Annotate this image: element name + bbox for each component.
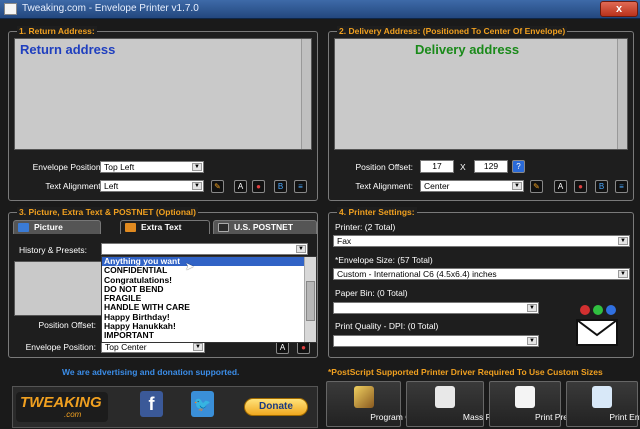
chevron-down-icon: ▼ bbox=[618, 270, 628, 278]
panel-title: 3. Picture, Extra Text & POSTNET (Option… bbox=[17, 207, 198, 217]
title-bar: Tweaking.com - Envelope Printer v1.7.0 x bbox=[0, 0, 640, 19]
print-quality-select[interactable]: ▼ bbox=[333, 335, 539, 347]
pen-icon[interactable]: ✎ bbox=[211, 180, 224, 193]
list-item[interactable]: IMPORTANT bbox=[102, 331, 316, 341]
twitter-icon[interactable]: 🐦 bbox=[191, 391, 214, 417]
printer-icon bbox=[592, 386, 612, 408]
paper-bin-label: Paper Bin: (0 Total) bbox=[335, 288, 408, 298]
paper-bin-select[interactable]: ▼ bbox=[333, 302, 539, 314]
donate-button[interactable]: Donate bbox=[244, 398, 308, 416]
history-presets-select[interactable]: ▼ bbox=[101, 243, 308, 255]
color-icon[interactable]: ● bbox=[574, 180, 587, 193]
envelope-position-label: Envelope Position: bbox=[25, 342, 96, 352]
brush-icon bbox=[353, 386, 374, 408]
extra-text-textarea[interactable] bbox=[14, 261, 102, 316]
printer-select[interactable]: Fax ▼ bbox=[333, 235, 630, 247]
chevron-down-icon: ▼ bbox=[618, 237, 628, 245]
program-colors-button[interactable]: Program Colors bbox=[326, 381, 430, 427]
picture-icon bbox=[18, 223, 29, 232]
mass-print-button[interactable]: Mass Print bbox=[406, 381, 503, 427]
tab-picture[interactable]: Picture bbox=[13, 220, 101, 234]
preview-icon bbox=[515, 386, 535, 408]
scrollbar-thumb[interactable] bbox=[306, 281, 315, 321]
chevron-down-icon: ▼ bbox=[512, 182, 522, 190]
color-icon[interactable]: ● bbox=[252, 180, 265, 193]
chevron-down-icon: ▼ bbox=[193, 343, 203, 351]
envelopes-icon bbox=[435, 386, 455, 408]
return-address-textarea[interactable]: Return address bbox=[14, 38, 312, 150]
presets-dropdown-list[interactable]: Anything you want CONFIDENTIAL Congratul… bbox=[101, 256, 317, 343]
envelope-position-select[interactable]: Top Left ▼ bbox=[100, 161, 204, 173]
text-alignment-label: Text Alignment: bbox=[45, 181, 103, 191]
panel-title: 2. Delivery Address: (Positioned To Cent… bbox=[337, 26, 568, 36]
delivery-address-textarea[interactable]: Delivery address bbox=[334, 38, 628, 150]
scrollbar[interactable] bbox=[617, 39, 627, 149]
tab-postnet[interactable]: U.S. POSTNET bbox=[213, 220, 317, 234]
scrollbar[interactable] bbox=[301, 39, 311, 149]
chevron-down-icon: ▼ bbox=[527, 337, 537, 345]
offset-x-input[interactable]: 17 bbox=[420, 160, 454, 173]
tweaking-logo[interactable]: TWEAKING .com bbox=[16, 392, 108, 422]
chevron-down-icon: ▼ bbox=[527, 304, 537, 312]
pen-icon[interactable]: ✎ bbox=[530, 180, 543, 193]
ad-text: We are advertising and donation supporte… bbox=[62, 367, 240, 377]
help-icon[interactable]: ? bbox=[512, 160, 525, 173]
facebook-icon[interactable]: f bbox=[140, 391, 163, 417]
return-address-text: Return address bbox=[20, 42, 116, 57]
offset-y-input[interactable]: 129 bbox=[474, 160, 508, 173]
panel-title: 1. Return Address: bbox=[17, 26, 97, 36]
flag-icon bbox=[218, 223, 229, 232]
text-alignment-select[interactable]: Left ▼ bbox=[100, 180, 204, 192]
envelope-size-label: *Envelope Size: (57 Total) bbox=[335, 255, 433, 265]
panel-title: 4. Printer Settings: bbox=[337, 207, 417, 217]
scrollbar[interactable] bbox=[304, 257, 316, 342]
font-icon[interactable]: A bbox=[554, 180, 567, 193]
text-alignment-label: Text Alignment: bbox=[355, 181, 413, 191]
envelope-size-select[interactable]: Custom - International C6 (4.5x6.4) inch… bbox=[333, 268, 630, 280]
position-offset-label: Position Offset: bbox=[355, 162, 413, 172]
print-quality-label: Print Quality - DPI: (0 Total) bbox=[335, 321, 439, 331]
chevron-down-icon: ▼ bbox=[192, 182, 202, 190]
list-icon[interactable]: ≡ bbox=[615, 180, 628, 193]
cursor-icon: ➤ bbox=[185, 261, 195, 273]
window-title: Tweaking.com - Envelope Printer v1.7.0 bbox=[22, 3, 199, 14]
print-envelope-button[interactable]: Print Envelope bbox=[566, 381, 640, 427]
delivery-address-panel: 2. Delivery Address: (Positioned To Cent… bbox=[328, 26, 634, 201]
offset-separator: X bbox=[460, 162, 466, 172]
chevron-down-icon: ▼ bbox=[192, 163, 202, 171]
position-offset-label: Position Offset: bbox=[38, 320, 96, 330]
bold-icon[interactable]: B bbox=[595, 180, 608, 193]
delivery-address-text: Delivery address bbox=[415, 42, 520, 57]
close-button[interactable]: x bbox=[600, 1, 638, 17]
text-alignment-select[interactable]: Center ▼ bbox=[420, 180, 524, 192]
text-icon bbox=[125, 223, 136, 232]
list-icon[interactable]: ≡ bbox=[294, 180, 307, 193]
envelope-position-label: Envelope Position: bbox=[32, 162, 103, 172]
print-preview-button[interactable]: Print Preview bbox=[489, 381, 585, 427]
bold-icon[interactable]: B bbox=[274, 180, 287, 193]
tab-extra-text[interactable]: Extra Text bbox=[120, 220, 210, 234]
printer-label: Printer: (2 Total) bbox=[335, 222, 396, 232]
chevron-down-icon: ▼ bbox=[296, 245, 306, 253]
app-icon bbox=[4, 3, 17, 15]
font-icon[interactable]: A bbox=[234, 180, 247, 193]
envelope-ink-icon bbox=[576, 305, 618, 346]
postscript-note: *PostScript Supported Printer Driver Req… bbox=[328, 367, 603, 377]
history-presets-label: History & Presets: bbox=[19, 245, 88, 255]
return-address-panel: 1. Return Address: Return address Envelo… bbox=[8, 26, 318, 201]
